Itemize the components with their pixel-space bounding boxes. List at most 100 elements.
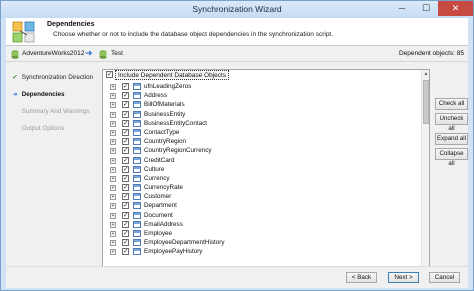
row-checkbox[interactable]: ✓ [122, 248, 129, 256]
expand-icon[interactable]: + [110, 102, 116, 109]
tree-row[interactable]: + ✓ BusinessEntityContact [103, 119, 421, 128]
row-checkbox[interactable]: ✓ [122, 230, 129, 237]
expand-icon[interactable]: + [110, 231, 116, 237]
tree-row[interactable]: + ✓ EmployeePayHistory [103, 247, 421, 256]
tree-row[interactable]: + ✓ BusinessEntity [103, 110, 421, 119]
step-synchronization-direction[interactable]: ✔ Synchronization Direction [10, 74, 93, 86]
table-icon [133, 193, 141, 201]
row-checkbox[interactable]: ✓ [122, 220, 129, 228]
expand-icon[interactable]: + [110, 221, 116, 228]
row-checkbox[interactable]: ✓ [122, 92, 129, 100]
scroll-up-icon[interactable]: ▲ [422, 70, 429, 78]
row-checkbox[interactable]: ✓ [122, 128, 129, 136]
minimize-button[interactable]: ─ [390, 1, 414, 16]
tree-row[interactable]: + ✓ BillOfMaterials [103, 100, 421, 109]
checkmark-icon: ✔ [12, 74, 18, 81]
row-checkbox[interactable]: ✓ [122, 165, 129, 173]
step-dependencies[interactable]: ➜ Dependencies [10, 91, 64, 103]
expand-icon[interactable]: + [110, 212, 116, 219]
step-summary-and-warnings[interactable]: Summary And Warnings [10, 108, 90, 120]
row-checkbox[interactable]: ✓ [122, 174, 129, 182]
row-checkbox[interactable]: ✓ [122, 101, 129, 109]
tree-row[interactable]: + ✓ CountryRegionCurrency [103, 146, 421, 155]
step-output-options[interactable]: Output Options [10, 125, 64, 137]
row-checkbox[interactable]: ✓ [122, 156, 129, 164]
arrow-right-icon: ➜ [12, 91, 18, 98]
object-name: ContactType [144, 128, 180, 136]
object-name: BusinessEntity [144, 110, 186, 118]
tree-row[interactable]: + ✓ Department [103, 201, 421, 210]
tree-row[interactable]: + ✓ CreditCard [103, 156, 421, 165]
row-checkbox[interactable]: ✓ [122, 239, 129, 247]
scroll-thumb[interactable] [423, 80, 429, 124]
tree-row[interactable]: + ✓ CurrencyRate [103, 183, 421, 192]
tree-row[interactable]: + ✓ Culture [103, 165, 421, 174]
row-checkbox[interactable]: ✓ [122, 119, 129, 127]
check-all-button[interactable]: Check all [435, 98, 468, 110]
wizard-client-area: Dependencies Choose whether or not to in… [6, 18, 468, 286]
table-icon [133, 248, 141, 256]
object-name: Department [144, 202, 177, 210]
table-icon [133, 119, 141, 127]
title-bar[interactable]: Synchronization Wizard ─ ☐ ✕ [1, 1, 473, 18]
object-name: Currency [144, 174, 170, 182]
tree-row[interactable]: + ✓ Address [103, 91, 421, 100]
expand-icon[interactable]: + [110, 139, 116, 146]
include-dependent-objects-label[interactable]: Include Dependent Database Objects [115, 70, 230, 80]
object-name: CountryRegion [144, 138, 187, 146]
row-checkbox[interactable]: ✓ [122, 110, 129, 118]
expand-icon[interactable]: + [110, 157, 116, 164]
next-button[interactable]: Next > [388, 272, 419, 283]
expand-icon[interactable]: + [110, 240, 116, 247]
object-name: BillOfMaterials [144, 101, 185, 109]
tree-row[interactable]: + ✓ Employee [103, 229, 421, 238]
back-button[interactable]: < Back [346, 272, 377, 283]
expand-all-button[interactable]: Expand all [435, 133, 468, 145]
row-checkbox[interactable]: ✓ [122, 193, 129, 201]
row-checkbox[interactable]: ✓ [122, 83, 129, 90]
table-icon [133, 220, 141, 228]
tree-row[interactable]: + ✓ Currency [103, 174, 421, 183]
vertical-scrollbar[interactable]: ▲ ▼ [421, 70, 429, 277]
row-checkbox[interactable]: ✓ [122, 138, 129, 146]
uncheck-all-button[interactable]: Uncheck all [435, 113, 468, 132]
expand-icon[interactable]: + [110, 120, 116, 127]
expand-icon[interactable]: + [110, 111, 116, 118]
expand-icon[interactable]: + [110, 249, 116, 256]
tree-row[interactable]: + ✓ ufnLeadingZeros [103, 82, 421, 91]
collapse-all-button[interactable]: Collapse all [435, 148, 468, 167]
expand-icon[interactable]: + [110, 84, 116, 90]
wizard-steps: ✔ Synchronization Direction ➜ Dependenci… [6, 63, 98, 278]
cancel-button[interactable]: Cancel [429, 272, 460, 283]
row-checkbox[interactable]: ✓ [122, 211, 129, 219]
page-subtitle: Choose whether or not to include the dat… [53, 31, 334, 38]
row-checkbox[interactable]: ✓ [122, 202, 129, 210]
tree-row[interactable]: + ✓ EmailAddress [103, 220, 421, 229]
dependencies-tree: ✓ Include Dependent Database Objects + ✓ u… [102, 69, 430, 278]
synchronization-wizard-icon [12, 21, 35, 43]
expand-icon[interactable]: + [110, 166, 116, 173]
tree-row[interactable]: + ✓ CountryRegion [103, 137, 421, 146]
expand-icon[interactable]: + [110, 185, 116, 192]
row-checkbox[interactable]: ✓ [122, 184, 129, 192]
tree-row[interactable]: + ✓ ContactType [103, 128, 421, 137]
tree-row[interactable]: + ✓ Document [103, 211, 421, 220]
expand-icon[interactable]: + [110, 194, 116, 201]
tree-row[interactable]: + ✓ Customer [103, 192, 421, 201]
maximize-button[interactable]: ☐ [414, 1, 438, 16]
page-title: Dependencies [47, 21, 95, 28]
object-name: CurrencyRate [144, 184, 183, 192]
source-database-name: AdventureWorks2012 [22, 50, 85, 57]
table-icon [133, 174, 141, 182]
expand-icon[interactable]: + [110, 129, 116, 136]
expand-icon[interactable]: + [110, 93, 116, 100]
expand-icon[interactable]: + [110, 175, 116, 182]
dependencies-panel: ✓ Include Dependent Database Objects + ✓ u… [102, 63, 468, 278]
close-button[interactable]: ✕ [438, 1, 473, 16]
expand-icon[interactable]: + [110, 148, 116, 155]
expand-icon[interactable]: + [110, 203, 116, 210]
table-icon [133, 184, 141, 192]
tree-row[interactable]: + ✓ EmployeeDepartmentHistory [103, 238, 421, 247]
row-checkbox[interactable]: ✓ [122, 147, 129, 155]
include-all-checkbox[interactable]: ✓ [106, 71, 113, 78]
